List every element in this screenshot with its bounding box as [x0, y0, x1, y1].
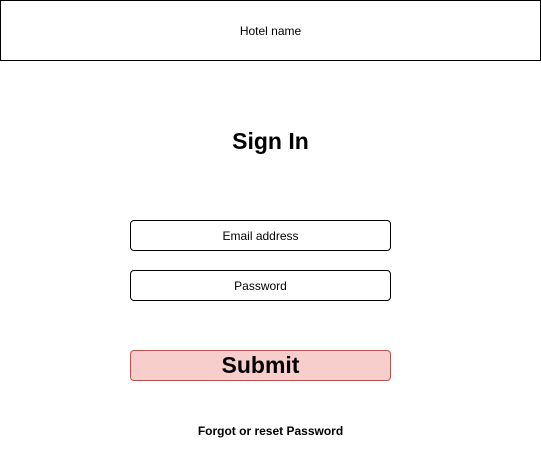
password-field[interactable] [130, 270, 391, 301]
hotel-header: Hotel name [0, 0, 541, 61]
hotel-name: Hotel name [239, 23, 302, 38]
page-title: Sign In [232, 128, 309, 154]
email-field[interactable] [130, 220, 391, 251]
submit-button[interactable]: Submit [130, 350, 391, 381]
forgot-password-link[interactable]: Forgot or reset Password [0, 422, 541, 440]
